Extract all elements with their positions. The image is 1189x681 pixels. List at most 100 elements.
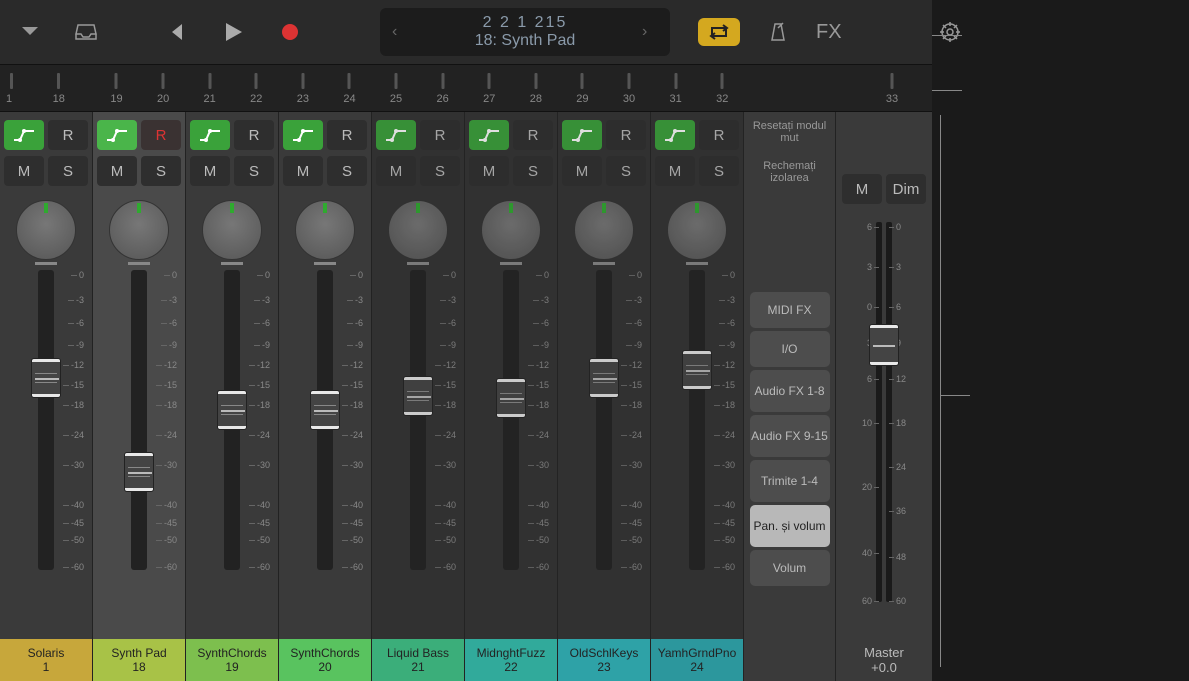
automation-button[interactable] — [4, 120, 44, 150]
pan-knob[interactable] — [574, 200, 634, 260]
solo-button[interactable]: S — [234, 156, 274, 186]
automation-button[interactable] — [562, 120, 602, 150]
mute-button[interactable]: M — [655, 156, 695, 186]
automation-button[interactable] — [97, 120, 137, 150]
inbox-icon[interactable] — [74, 20, 98, 44]
fx-button[interactable]: FX — [816, 21, 842, 44]
fader-handle[interactable] — [31, 358, 61, 398]
track-label[interactable]: SynthChords20 — [279, 639, 371, 681]
fader-slot[interactable] — [689, 270, 705, 570]
mute-button[interactable]: M — [97, 156, 137, 186]
fader-slot[interactable] — [503, 270, 519, 570]
mute-button[interactable]: M — [376, 156, 416, 186]
lcd-prev[interactable]: ‹ — [392, 23, 408, 41]
solo-button[interactable]: S — [513, 156, 553, 186]
timeline-tick: 24 — [326, 65, 373, 111]
fader-slot[interactable] — [38, 270, 54, 570]
record-enable-button[interactable]: R — [141, 120, 181, 150]
record-enable-button[interactable]: R — [48, 120, 88, 150]
mute-button[interactable]: M — [469, 156, 509, 186]
record-enable-button[interactable]: R — [699, 120, 739, 150]
chevron-down-icon[interactable] — [18, 20, 42, 44]
solo-button[interactable]: S — [420, 156, 460, 186]
fader-handle[interactable] — [403, 376, 433, 416]
track-display: 18: Synth Pad — [408, 32, 642, 50]
automation-button[interactable] — [469, 120, 509, 150]
automation-button[interactable] — [283, 120, 323, 150]
pan-knob[interactable] — [16, 200, 76, 260]
view-option-button[interactable]: Audio FX 9-15 — [750, 415, 830, 457]
master-fader-handle[interactable] — [869, 324, 899, 366]
solo-button[interactable]: S — [48, 156, 88, 186]
fader-slot[interactable] — [224, 270, 240, 570]
record-enable-button[interactable]: R — [420, 120, 460, 150]
fader-scale: 0-3-6-9-12-15-18-24-30-40-45-50-60 — [432, 270, 456, 570]
channel-strip: R M S 0-3-6-9-12-15-18-24-30-40-45-50-60… — [651, 112, 744, 681]
view-option-button[interactable]: MIDI FX — [750, 292, 830, 328]
mute-button[interactable]: M — [190, 156, 230, 186]
timeline-tick: 31 — [652, 65, 699, 111]
loop-button[interactable] — [698, 18, 740, 46]
lcd-display: ‹ 2 2 1 215 18: Synth Pad › — [380, 8, 670, 56]
fader-handle[interactable] — [589, 358, 619, 398]
mute-button[interactable]: M — [283, 156, 323, 186]
fader-slot[interactable] — [317, 270, 333, 570]
timeline[interactable]: 1 181920212223242526272829303132 33 — [0, 64, 932, 112]
track-label[interactable]: OldSchlKeys23 — [558, 639, 650, 681]
pan-knob[interactable] — [202, 200, 262, 260]
view-option-button[interactable]: Volum — [750, 550, 830, 586]
rewind-icon[interactable] — [166, 20, 190, 44]
fader-slot[interactable] — [596, 270, 612, 570]
track-label[interactable]: Synth Pad18 — [93, 639, 185, 681]
metronome-icon[interactable] — [766, 20, 790, 44]
track-label[interactable]: MidnghtFuzz22 — [465, 639, 557, 681]
options-panel: Resetați modul mut Rechemați izolarea MI… — [744, 112, 836, 681]
timeline-tick: 20 — [140, 65, 187, 111]
record-enable-button[interactable]: R — [513, 120, 553, 150]
fader-handle[interactable] — [310, 390, 340, 430]
pan-knob[interactable] — [388, 200, 448, 260]
fader-handle[interactable] — [124, 452, 154, 492]
master-mute-button[interactable]: M — [842, 174, 882, 204]
solo-button[interactable]: S — [606, 156, 646, 186]
track-label[interactable]: YamhGrndPno24 — [651, 639, 743, 681]
record-enable-button[interactable]: R — [606, 120, 646, 150]
track-label[interactable]: SynthChords19 — [186, 639, 278, 681]
automation-button[interactable] — [655, 120, 695, 150]
solo-button[interactable]: S — [327, 156, 367, 186]
view-option-button[interactable]: Trimite 1-4 — [750, 460, 830, 502]
fader-handle[interactable] — [217, 390, 247, 430]
view-option-button[interactable]: Audio FX 1-8 — [750, 370, 830, 412]
automation-button[interactable] — [376, 120, 416, 150]
record-enable-button[interactable]: R — [234, 120, 274, 150]
fader-handle[interactable] — [496, 378, 526, 418]
automation-button[interactable] — [190, 120, 230, 150]
pan-knob[interactable] — [109, 200, 169, 260]
track-label[interactable]: Liquid Bass21 — [372, 639, 464, 681]
fader-slot[interactable] — [410, 270, 426, 570]
view-option-button[interactable]: I/O — [750, 331, 830, 367]
play-icon[interactable] — [222, 20, 246, 44]
master-dim-button[interactable]: Dim — [886, 174, 926, 204]
fader-slot[interactable] — [131, 270, 147, 570]
record-enable-button[interactable]: R — [327, 120, 367, 150]
channel-strip: R M S 0-3-6-9-12-15-18-24-30-40-45-50-60… — [372, 112, 465, 681]
master-fader[interactable]: 6303610204060 0369121824364860 — [854, 222, 914, 602]
recall-solo-button[interactable]: Rechemați izolarea — [750, 152, 830, 192]
pan-knob[interactable] — [667, 200, 727, 260]
gear-icon[interactable] — [938, 20, 962, 44]
pan-knob[interactable] — [295, 200, 355, 260]
solo-button[interactable]: S — [141, 156, 181, 186]
view-option-button[interactable]: Pan. și volum — [750, 505, 830, 547]
solo-button[interactable]: S — [699, 156, 739, 186]
fader-handle[interactable] — [682, 350, 712, 390]
reset-mute-button[interactable]: Resetați modul mut — [750, 112, 830, 152]
pan-knob[interactable] — [481, 200, 541, 260]
annotation-line — [932, 35, 962, 36]
lcd-next[interactable]: › — [642, 23, 658, 41]
toolbar: ‹ 2 2 1 215 18: Synth Pad › FX — [0, 0, 932, 64]
mute-button[interactable]: M — [562, 156, 602, 186]
mute-button[interactable]: M — [4, 156, 44, 186]
record-icon[interactable] — [278, 20, 302, 44]
track-label[interactable]: Solaris1 — [0, 639, 92, 681]
